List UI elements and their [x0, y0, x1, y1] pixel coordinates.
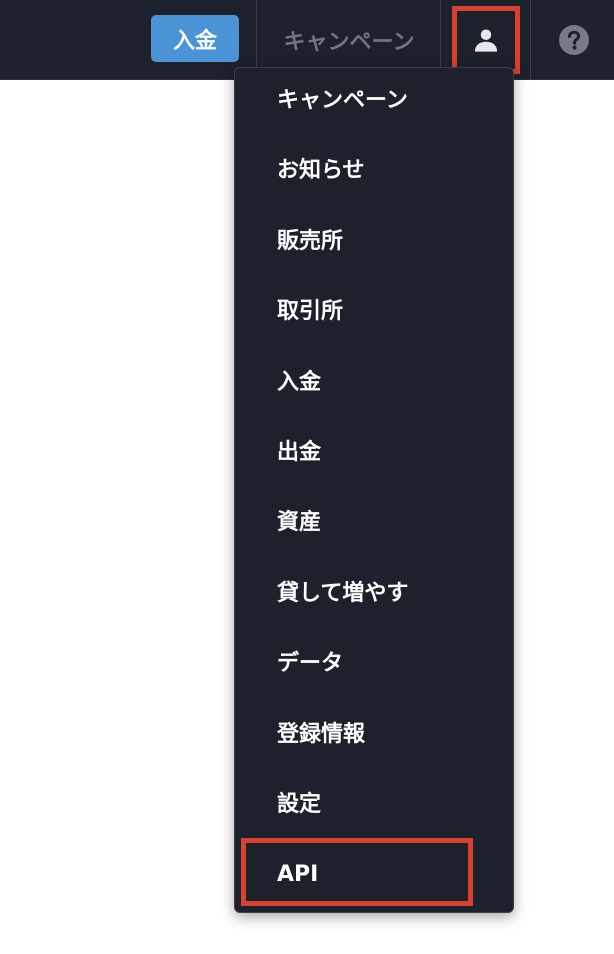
help-button[interactable] [558, 24, 590, 56]
navbar-divider [530, 0, 531, 79]
deposit-button[interactable]: 入金 [151, 15, 239, 62]
menu-item-campaign[interactable]: キャンペーン [277, 81, 408, 121]
api-highlight-box [241, 838, 473, 906]
menu-item-assets[interactable]: 資産 [277, 503, 321, 543]
menu-item-registration-info[interactable]: 登録情報 [277, 715, 365, 755]
menu-item-settings[interactable]: 設定 [277, 785, 321, 825]
menu-item-trading[interactable]: 取引所 [277, 292, 343, 332]
menu-item-lending[interactable]: 貸して増やす [277, 574, 408, 614]
menu-item-deposit[interactable]: 入金 [277, 363, 321, 403]
menu-item-api[interactable]: API [277, 855, 318, 895]
menu-item-news[interactable]: お知らせ [277, 151, 365, 191]
question-circle-icon [559, 25, 589, 55]
menu-item-withdraw[interactable]: 出金 [277, 433, 321, 473]
account-dropdown-menu: キャンペーン お知らせ 販売所 取引所 入金 出金 資産 貸して増やす データ … [234, 67, 514, 913]
user-icon [474, 29, 498, 52]
menu-item-data[interactable]: データ [277, 644, 343, 684]
account-menu-button[interactable] [452, 6, 520, 74]
menu-item-exchange-desk[interactable]: 販売所 [277, 222, 343, 262]
